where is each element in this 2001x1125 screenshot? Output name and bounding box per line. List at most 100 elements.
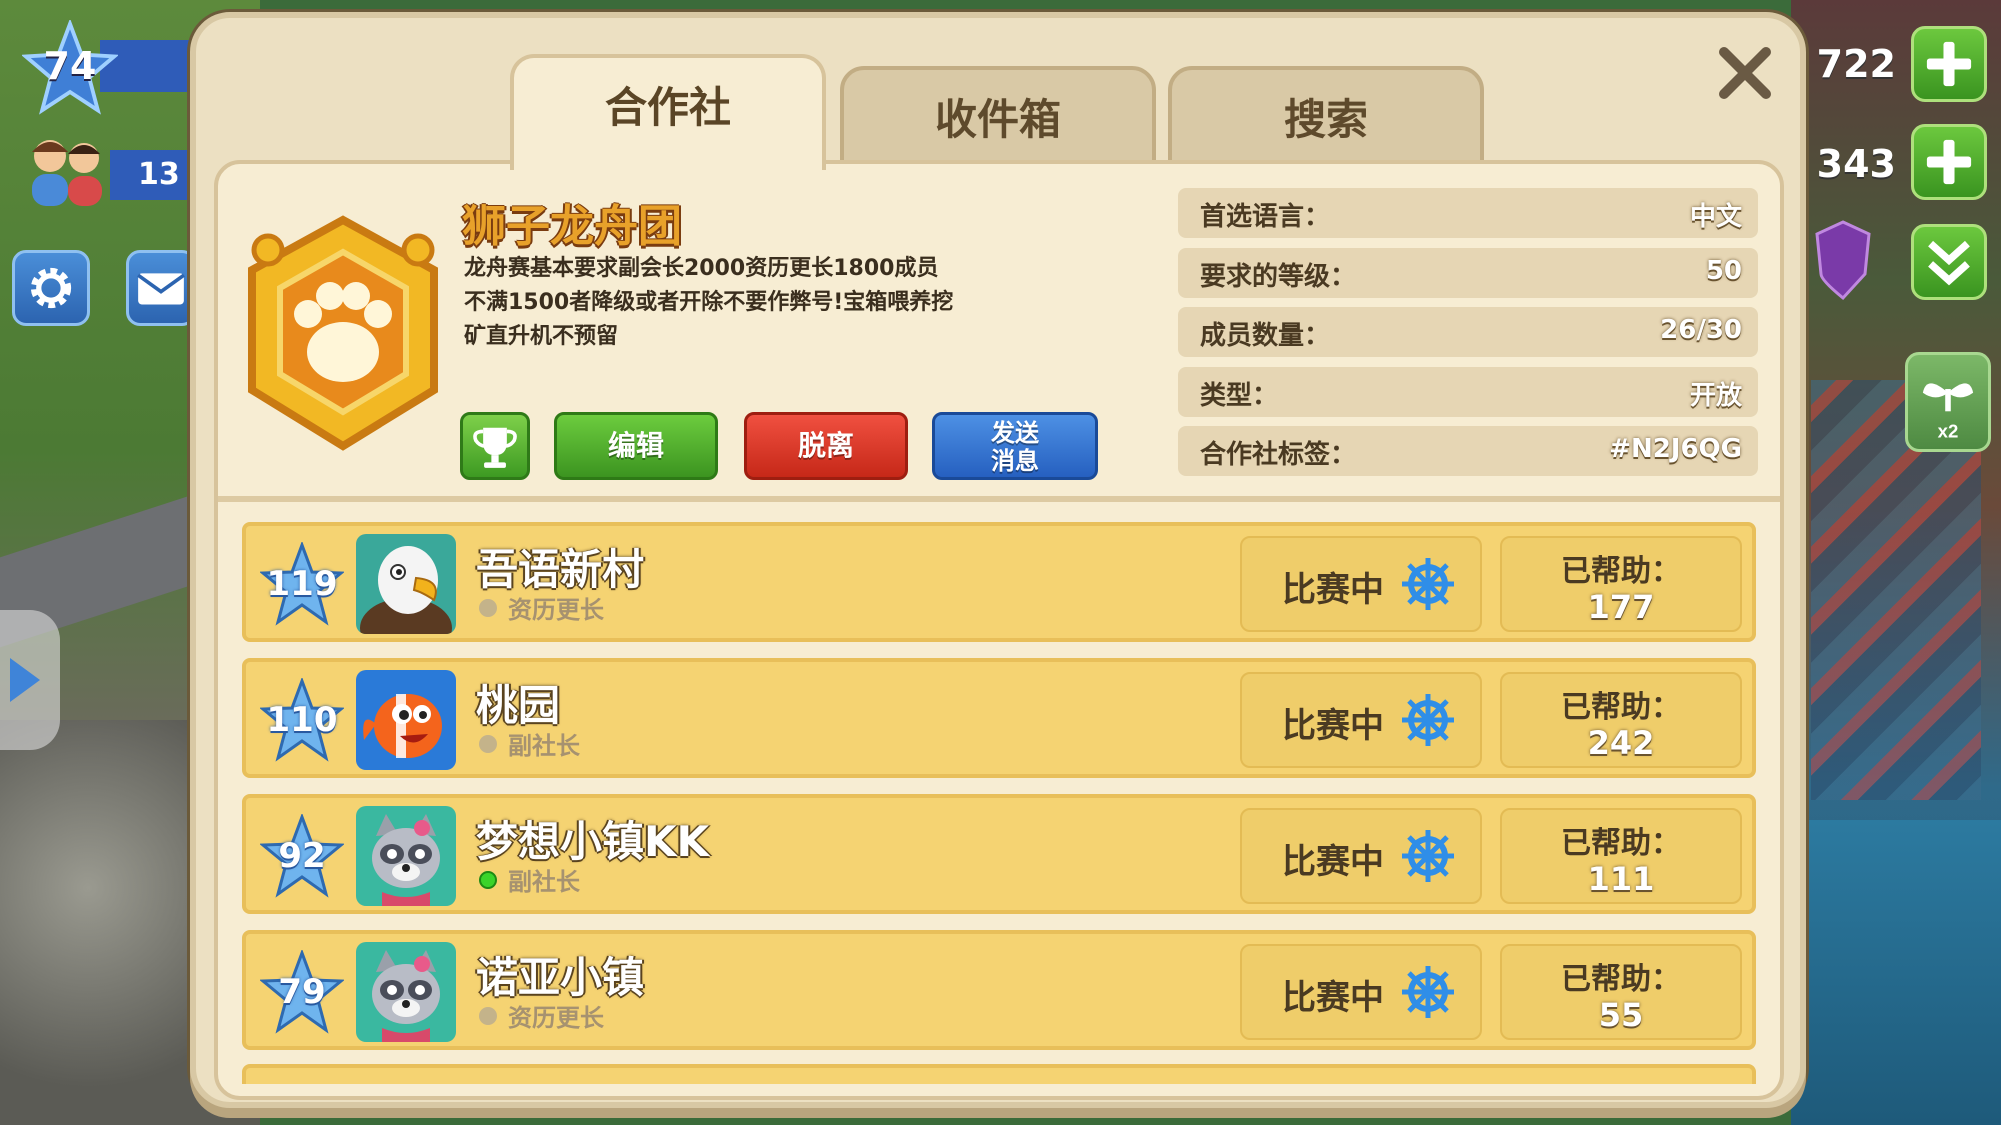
send-message-button[interactable]: 发送 消息 bbox=[932, 412, 1098, 480]
tab-club-label: 合作社 bbox=[604, 83, 731, 132]
edit-button[interactable]: 编辑 bbox=[554, 412, 718, 480]
helped-count: 177 bbox=[1587, 588, 1655, 626]
member-row[interactable]: 79 诺亚小镇 资历更长 比赛中 已帮助： 55 bbox=[242, 930, 1756, 1050]
send-message-label-line2: 消息 bbox=[991, 447, 1039, 475]
status-dot bbox=[479, 1007, 497, 1025]
member-helped: 已帮助： 177 bbox=[1500, 536, 1742, 632]
club-badge-paw-icon bbox=[238, 210, 448, 460]
member-role: 资历更长 bbox=[508, 1004, 604, 1032]
member-role: 副社长 bbox=[508, 732, 580, 760]
info-value: 中文 bbox=[1689, 202, 1742, 232]
sea bbox=[1791, 820, 2001, 1125]
club-description-line: 矿直升机不预留 bbox=[464, 324, 619, 349]
info-key: 首选语言： bbox=[1200, 202, 1331, 232]
helped-label: 已帮助： bbox=[1561, 554, 1681, 589]
club-description-line: 龙舟赛基本要求副会长2000资历更长1800成员 bbox=[464, 256, 939, 281]
info-row-type: 类型： 开放 bbox=[1178, 367, 1758, 417]
member-role: 资历更长 bbox=[508, 596, 604, 624]
ship-wheel-icon bbox=[1400, 692, 1456, 748]
shield-icon[interactable] bbox=[1813, 218, 1873, 302]
trophy-button[interactable] bbox=[460, 412, 530, 480]
status-dot bbox=[479, 599, 497, 617]
settings-button[interactable] bbox=[12, 250, 90, 326]
helped-count: 111 bbox=[1587, 860, 1655, 898]
member-row[interactable]: 119 吾语新村 资历更长 比赛中 已帮助： 177 bbox=[242, 522, 1756, 642]
member-row[interactable]: 110 桃园 副社长 比赛中 已帮助： 242 bbox=[242, 658, 1756, 778]
mail-icon bbox=[137, 273, 185, 305]
play-arrow-icon bbox=[10, 658, 40, 702]
member-level: 110 bbox=[266, 700, 338, 740]
eagle-avatar bbox=[356, 534, 456, 634]
leave-button[interactable]: 脱离 bbox=[744, 412, 908, 480]
helped-label: 已帮助： bbox=[1561, 690, 1681, 725]
member-status: 比赛中 bbox=[1240, 944, 1482, 1040]
club-name: 狮子龙舟团 bbox=[462, 201, 682, 252]
tab-inbox[interactable]: 收件箱 bbox=[840, 66, 1156, 166]
expand-left-button[interactable] bbox=[0, 610, 60, 750]
raccoon-avatar bbox=[356, 942, 456, 1042]
tab-inbox-label: 收件箱 bbox=[934, 95, 1061, 144]
member-level: 92 bbox=[278, 836, 326, 876]
tab-search-label: 搜索 bbox=[1283, 95, 1368, 144]
status-label: 比赛中 bbox=[1282, 706, 1384, 746]
add-resource-top-button[interactable] bbox=[1911, 26, 1987, 102]
status-dot bbox=[479, 735, 497, 753]
close-icon bbox=[1719, 47, 1771, 99]
trophy-icon bbox=[473, 427, 517, 468]
online-status-dot bbox=[479, 871, 497, 889]
rock-cliff bbox=[0, 720, 220, 1125]
close-button[interactable] bbox=[1710, 38, 1780, 108]
info-row-member-count: 成员数量： 26/30 bbox=[1178, 307, 1758, 357]
raccoon-avatar bbox=[356, 806, 456, 906]
info-key: 成员数量： bbox=[1200, 321, 1331, 351]
helped-count: 55 bbox=[1598, 996, 1644, 1034]
member-status: 比赛中 bbox=[1240, 672, 1482, 768]
info-value: 26/30 bbox=[1660, 315, 1742, 345]
mail-button[interactable] bbox=[126, 250, 196, 326]
info-row-required-level: 要求的等级： 50 bbox=[1178, 248, 1758, 298]
tab-club[interactable]: 合作社 bbox=[510, 54, 826, 170]
member-level: 79 bbox=[278, 972, 326, 1012]
resource-count-second: 343 bbox=[1816, 142, 1896, 186]
gear-icon bbox=[30, 267, 72, 309]
info-value: #N2J6QG bbox=[1609, 434, 1742, 464]
info-key: 合作社标签： bbox=[1200, 440, 1357, 470]
send-message-label-line1: 发送 bbox=[991, 419, 1039, 447]
status-label: 比赛中 bbox=[1282, 570, 1384, 610]
member-role: 副社长 bbox=[508, 868, 580, 896]
member-helped: 已帮助： 55 bbox=[1500, 944, 1742, 1040]
ship-wheel-icon bbox=[1400, 828, 1456, 884]
member-status: 比赛中 bbox=[1240, 808, 1482, 904]
fish-avatar bbox=[356, 670, 456, 770]
info-key: 要求的等级： bbox=[1200, 262, 1357, 292]
member-helped: 已帮助： 111 bbox=[1500, 808, 1742, 904]
helped-label: 已帮助： bbox=[1561, 962, 1681, 997]
info-value: 50 bbox=[1705, 256, 1742, 286]
sprout-multiplier: x2 bbox=[1938, 420, 1959, 441]
section-divider bbox=[218, 496, 1780, 502]
sprout-booster-button[interactable]: x2 bbox=[1905, 352, 1991, 452]
resource-count-top: 722 bbox=[1816, 42, 1896, 86]
population-count: 13 bbox=[110, 150, 200, 200]
info-value: 开放 bbox=[1689, 381, 1742, 411]
club-description: 龙舟赛基本要求副会长2000资历更长1800成员 不满1500者降级或者开除不要… bbox=[464, 252, 1024, 354]
status-label: 比赛中 bbox=[1282, 842, 1384, 882]
add-resource-second-button[interactable] bbox=[1911, 124, 1987, 200]
member-row[interactable]: 92 梦想小镇KK 副社长 比赛中 已帮助： 111 bbox=[242, 794, 1756, 914]
player-level: 74 bbox=[43, 44, 97, 88]
helped-label: 已帮助： bbox=[1561, 826, 1681, 861]
sprout-icon: x2 bbox=[1922, 383, 1974, 441]
collapse-menu-button[interactable] bbox=[1911, 224, 1987, 300]
member-level: 119 bbox=[266, 564, 338, 604]
tab-search[interactable]: 搜索 bbox=[1168, 66, 1484, 166]
info-row-language: 首选语言： 中文 bbox=[1178, 188, 1758, 238]
club-description-line: 不满1500者降级或者开除不要作弊号!宝箱喂养挖 bbox=[464, 290, 954, 315]
info-key: 类型： bbox=[1200, 381, 1279, 411]
double-chevron-down-icon bbox=[1928, 240, 1970, 286]
member-name: 桃园 bbox=[476, 681, 561, 730]
plus-icon bbox=[1926, 139, 1972, 185]
population-icon[interactable] bbox=[18, 130, 118, 210]
member-status: 比赛中 bbox=[1240, 536, 1482, 632]
member-row-partial[interactable] bbox=[242, 1064, 1756, 1084]
helped-count: 242 bbox=[1587, 724, 1655, 762]
